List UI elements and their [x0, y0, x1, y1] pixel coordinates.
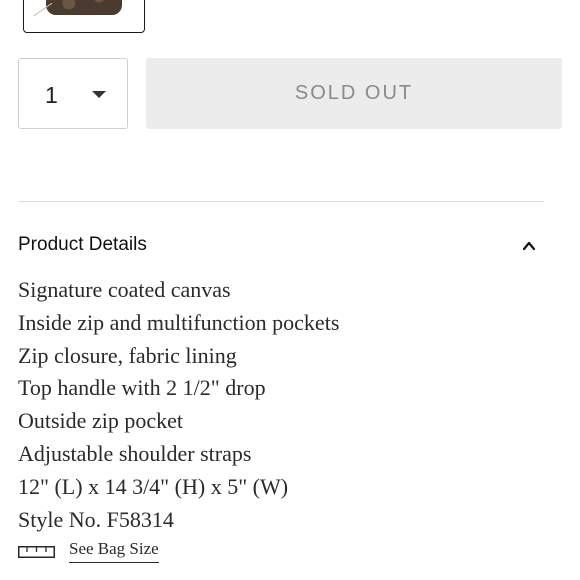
ruler-icon: [18, 546, 55, 558]
see-bag-size-label[interactable]: See Bag Size: [69, 539, 159, 563]
quantity-value: 1: [45, 82, 58, 108]
detail-item: 12" (L) x 14 3/4" (H) x 5" (W): [18, 473, 289, 499]
detail-item: Signature coated canvas: [18, 277, 231, 302]
quantity-select[interactable]: 1: [18, 58, 128, 129]
product-details-header[interactable]: Product Details: [18, 230, 544, 262]
chevron-up-icon[interactable]: [522, 239, 536, 253]
bag-thumbnail-image: [46, 0, 122, 15]
detail-item: Adjustable shoulder straps: [18, 440, 252, 466]
sold-out-button[interactable]: SOLD OUT: [146, 58, 562, 129]
detail-item: Inside zip and multifunction pockets: [18, 309, 340, 335]
detail-item: Style No. F58314: [18, 506, 174, 532]
product-details-title: Product Details: [18, 234, 147, 255]
product-details-list: Signature coated canvas Inside zip and m…: [18, 274, 339, 536]
sold-out-label: SOLD OUT: [294, 82, 414, 104]
chevron-down-icon: [92, 91, 106, 98]
see-bag-size-link[interactable]: See Bag Size: [18, 537, 159, 565]
product-thumbnail[interactable]: [23, 0, 145, 33]
detail-item: Outside zip pocket: [18, 408, 183, 434]
detail-item: Top handle with 2 1/2" drop: [18, 375, 266, 401]
detail-item: Zip closure, fabric lining: [18, 342, 237, 368]
section-divider: [18, 201, 544, 202]
